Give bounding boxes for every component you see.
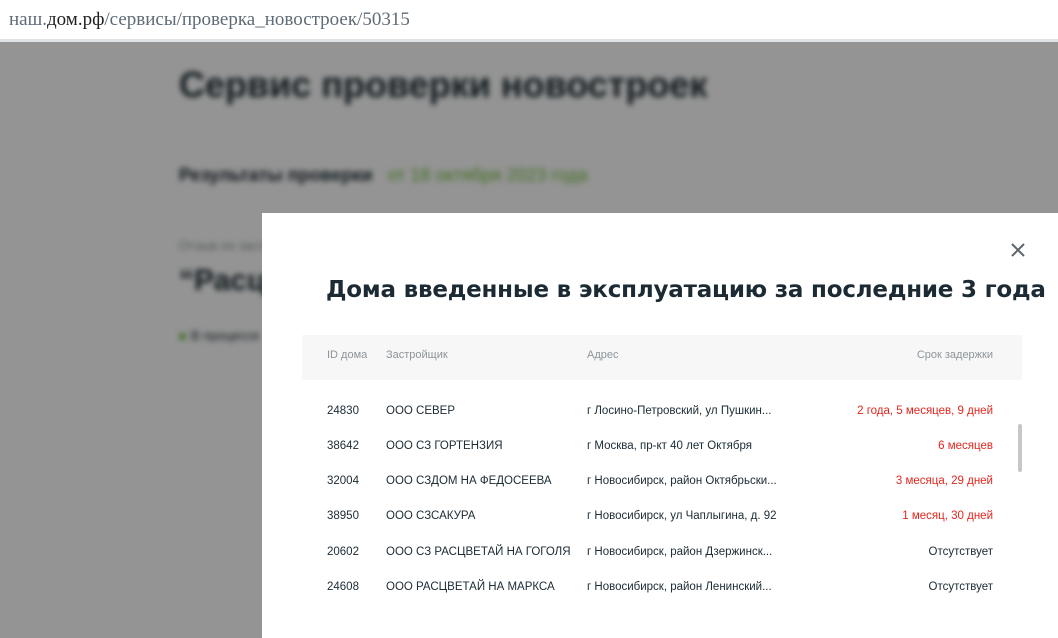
close-icon[interactable] (1009, 241, 1027, 259)
cell-developer: ООО СЕВЕР (386, 405, 456, 417)
cell-id: 20602 (327, 546, 359, 558)
table-row[interactable]: 20602 ООО СЗ РАСЦВЕТАЙ НА ГОГОЛЯ г Новос… (302, 539, 1022, 574)
cell-delay: Отсутствует (928, 546, 994, 558)
col-header-developer: Застройщик (386, 349, 448, 361)
cell-id: 32004 (327, 475, 359, 487)
cell-developer: ООО СЗСАКУРА (386, 510, 476, 522)
cell-address: г Новосибирск, район Октябрьски... (587, 475, 777, 487)
table-row[interactable]: 38642 ООО СЗ ГОРТЕНЗИЯ г Москва, пр-кт 4… (302, 433, 1022, 468)
cell-developer: ООО СЗДОМ НА ФЕДОСЕЕВА (386, 475, 552, 487)
cell-developer: ООО РАСЦВЕТАЙ НА МАРКСА (386, 581, 555, 593)
cell-developer: ООО СЗ ГОРТЕНЗИЯ (386, 440, 503, 452)
cell-id: 38642 (327, 440, 359, 452)
cell-address: г Москва, пр-кт 40 лет Октября (587, 440, 752, 452)
cell-address: г Новосибирск, ул Чаплыгина, д. 92 (587, 510, 777, 522)
url-host: дом.рф (46, 9, 105, 30)
col-header-address: Адрес (587, 349, 619, 361)
cell-delay: 1 месяц, 30 дней (902, 510, 993, 522)
table-header: ID дома Застройщик Адрес Срок задержки (302, 335, 1022, 380)
cell-delay: Отсутствует (928, 581, 994, 593)
table-body[interactable]: 24830 ООО СЕВЕР г Лосино-Петровский, ул … (302, 380, 1022, 610)
cell-developer: ООО СЗ РАСЦВЕТАЙ НА ГОГОЛЯ (386, 546, 571, 558)
table-row[interactable]: 24830 ООО СЕВЕР г Лосино-Петровский, ул … (302, 398, 1022, 433)
cell-delay: 6 месяцев (938, 440, 993, 452)
cell-address: г Новосибирск, район Ленинский... (587, 581, 772, 593)
table-scrollbar[interactable] (1018, 424, 1022, 472)
url-prefix: наш. (9, 9, 47, 30)
table-row[interactable]: 38950 ООО СЗСАКУРА г Новосибирск, ул Чап… (302, 503, 1022, 538)
col-header-id: ID дома (327, 349, 368, 361)
cell-delay: 3 месяца, 29 дней (895, 475, 993, 487)
col-header-delay: Срок задержки (916, 349, 993, 361)
cell-address: г Лосино-Петровский, ул Пушкин... (587, 405, 772, 417)
cell-address: г Новосибирск, район Дзержинск... (587, 546, 773, 558)
modal-title: Дома введенные в эксплуатацию за последн… (326, 277, 1046, 303)
houses-table: ID дома Застройщик Адрес Срок задержки 2… (302, 335, 1022, 610)
url-path: /сервисы/проверка_новостроек/50315 (104, 9, 410, 30)
cell-id: 24608 (327, 581, 359, 593)
address-bar[interactable]: наш.дом.рф/сервисы/проверка_новостроек/5… (0, 0, 1058, 42)
cell-id: 24830 (327, 405, 359, 417)
cell-delay: 2 года, 5 месяцев, 9 дней (857, 405, 993, 417)
table-row[interactable]: 32004 ООО СЗДОМ НА ФЕДОСЕЕВА г Новосибир… (302, 468, 1022, 503)
houses-modal: Дома введенные в эксплуатацию за последн… (262, 213, 1058, 638)
cell-id: 38950 (327, 510, 359, 522)
table-row[interactable]: 24608 ООО РАСЦВЕТАЙ НА МАРКСА г Новосиби… (302, 574, 1022, 609)
